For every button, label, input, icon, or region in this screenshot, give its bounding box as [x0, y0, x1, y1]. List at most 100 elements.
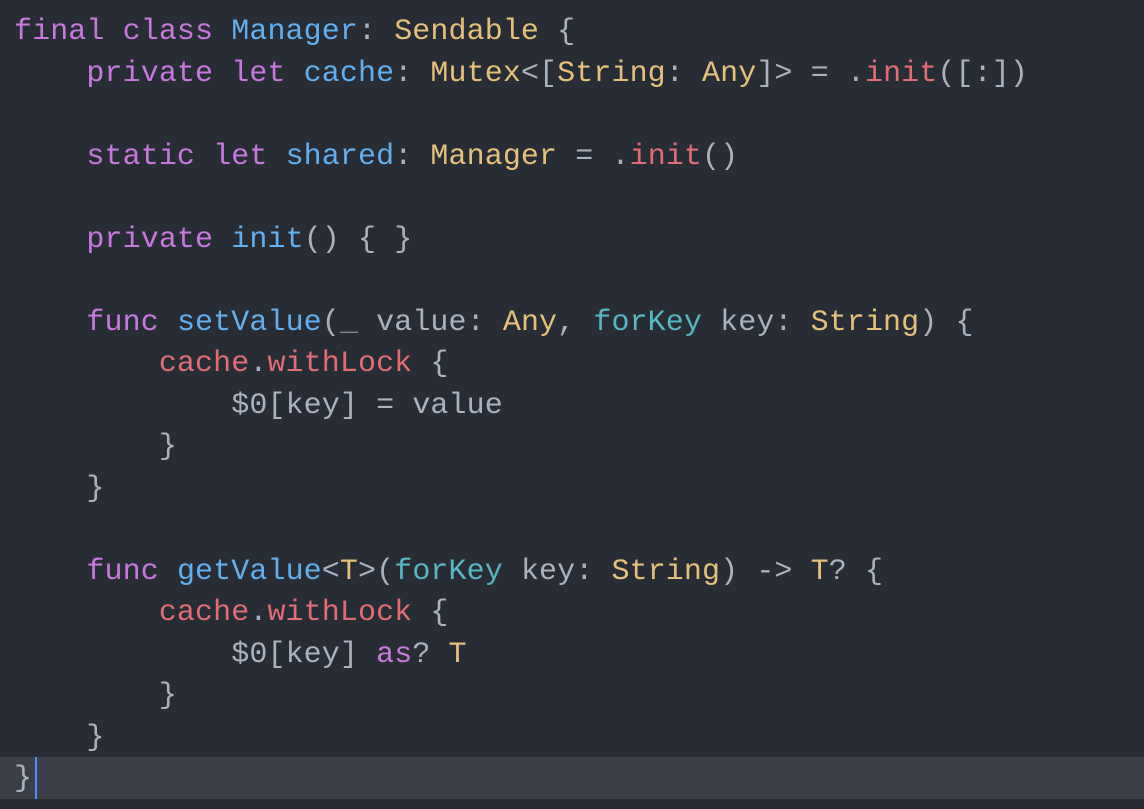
brace-close: } — [159, 430, 177, 464]
keyword-as: as — [376, 638, 412, 672]
comma: , — [557, 306, 575, 340]
paren-close: ) — [919, 306, 937, 340]
colon: : — [394, 57, 412, 91]
dot: . — [249, 596, 267, 630]
ref-cache: cache — [159, 347, 250, 381]
paren-open: ( — [702, 140, 720, 174]
brace-open: { — [557, 15, 575, 49]
brace-open: { — [955, 306, 973, 340]
decl-shared: shared — [286, 140, 395, 174]
code-line: static let shared: Manager = .init() — [14, 140, 738, 174]
angle-open: < — [521, 57, 539, 91]
code-line: } — [14, 762, 32, 796]
question: ? — [412, 638, 430, 672]
equals: = — [376, 389, 394, 423]
angle-close: > — [774, 57, 792, 91]
bracket-open: [ — [267, 389, 285, 423]
text-cursor — [35, 757, 37, 799]
bracket-open: [ — [267, 638, 285, 672]
brace-close: } — [86, 472, 104, 506]
type-decl-manager: Manager — [231, 15, 358, 49]
keyword-static: static — [86, 140, 195, 174]
keyword-let: let — [213, 140, 267, 174]
angle-open: < — [322, 555, 340, 589]
bracket-open: [ — [539, 57, 557, 91]
keyword-private: private — [86, 223, 213, 257]
code-block: final class Manager: Sendable { private … — [0, 0, 1144, 801]
underscore: _ — [340, 306, 358, 340]
ref-key: key — [286, 389, 340, 423]
code-line: func getValue<T>(forKey key: String) -> … — [14, 555, 883, 589]
ref-key: key — [286, 638, 340, 672]
brace-open: { — [430, 347, 448, 381]
paren-close: ) — [1010, 57, 1028, 91]
keyword-class: class — [123, 15, 214, 49]
paren-close: ) — [322, 223, 340, 257]
method-withlock: withLock — [267, 347, 412, 381]
code-line: cache.withLock { — [14, 347, 449, 381]
keyword-private: private — [86, 57, 213, 91]
arrow: -> — [756, 555, 792, 589]
bracket-close: ] — [340, 389, 358, 423]
param-key: key — [521, 555, 575, 589]
paren-close: ) — [720, 555, 738, 589]
bracket-close: ] — [340, 638, 358, 672]
colon: : — [394, 140, 412, 174]
type-any: Any — [503, 306, 557, 340]
type-mutex: Mutex — [430, 57, 521, 91]
call-init: init — [630, 140, 702, 174]
code-line: private init() { } — [14, 223, 412, 257]
colon: : — [358, 15, 376, 49]
bracket-open: [ — [956, 57, 974, 91]
code-line: } — [14, 472, 105, 506]
colon: : — [666, 57, 684, 91]
param-key: key — [720, 306, 774, 340]
equals: = — [811, 57, 829, 91]
param-value: value — [376, 306, 467, 340]
colon: : — [974, 57, 992, 91]
code-line: } — [14, 679, 177, 713]
type-string: String — [811, 306, 920, 340]
keyword-func: func — [86, 555, 158, 589]
decl-setvalue: setValue — [177, 306, 322, 340]
type-t: T — [811, 555, 829, 589]
paren-close: ) — [720, 140, 738, 174]
code-line: cache.withLock { — [14, 596, 449, 630]
type-string: String — [557, 57, 666, 91]
type-manager: Manager — [430, 140, 557, 174]
dollar0: $0 — [231, 638, 267, 672]
type-t: T — [449, 638, 467, 672]
brace-open: { — [865, 555, 883, 589]
dot: . — [611, 140, 629, 174]
dot: . — [847, 57, 865, 91]
keyword-func: func — [86, 306, 158, 340]
keyword-let: let — [231, 57, 285, 91]
label-forkey: forKey — [593, 306, 702, 340]
ref-value: value — [412, 389, 503, 423]
colon: : — [575, 555, 593, 589]
keyword-final: final — [14, 15, 105, 49]
code-line: } — [14, 430, 177, 464]
dot: . — [249, 347, 267, 381]
dollar0: $0 — [231, 389, 267, 423]
bracket-close: ] — [756, 57, 774, 91]
colon: : — [467, 306, 485, 340]
decl-getvalue: getValue — [177, 555, 322, 589]
code-line: func setValue(_ value: Any, forKey key: … — [14, 306, 974, 340]
brace-close: } — [86, 721, 104, 755]
decl-cache: cache — [304, 57, 395, 91]
paren-open: ( — [304, 223, 322, 257]
code-line: } — [14, 721, 105, 755]
type-sendable: Sendable — [394, 15, 539, 49]
type-any: Any — [702, 57, 756, 91]
paren-open: ( — [937, 57, 955, 91]
question: ? — [829, 555, 847, 589]
code-line: $0[key] as? T — [14, 638, 467, 672]
brace-close: } — [14, 762, 32, 796]
code-line: $0[key] = value — [14, 389, 503, 423]
brace-close: } — [394, 223, 412, 257]
paren-open: ( — [376, 555, 394, 589]
type-t: T — [340, 555, 358, 589]
label-forkey: forKey — [394, 555, 503, 589]
angle-close: > — [358, 555, 376, 589]
